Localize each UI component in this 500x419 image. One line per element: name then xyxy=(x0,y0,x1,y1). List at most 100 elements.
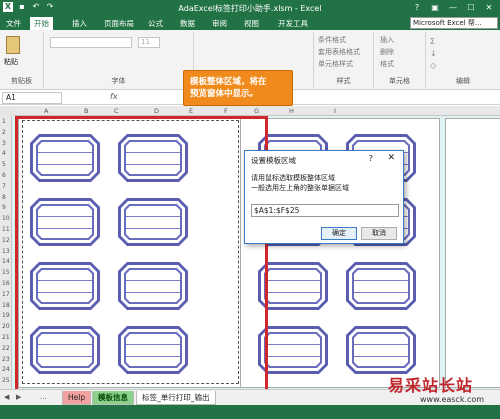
range-input[interactable]: $A$1:$F$25 xyxy=(251,204,399,217)
fx-icon[interactable]: fx xyxy=(110,92,118,101)
font-size-input[interactable]: 11 xyxy=(138,37,160,48)
label-template xyxy=(258,326,328,374)
format-as-table-button[interactable]: 套用表格格式 xyxy=(318,46,360,58)
column-header[interactable]: A xyxy=(44,106,48,116)
column-header[interactable]: E xyxy=(189,106,193,116)
row-header[interactable]: 2 xyxy=(2,129,6,136)
watermark-logo: 易采站长站 xyxy=(388,376,474,395)
row-header[interactable]: 14 xyxy=(2,258,10,265)
row-header[interactable]: 12 xyxy=(2,237,10,244)
row-header[interactable]: 4 xyxy=(2,150,6,157)
tab-page-layout[interactable]: 页面布局 xyxy=(100,17,138,30)
title-bar: X ▪ ↶ ↷ AdaExcel标签打印小助手.xlsm - Excel ? ▣… xyxy=(0,0,500,16)
tab-insert[interactable]: 插入 xyxy=(68,17,91,30)
column-header[interactable]: D xyxy=(154,106,159,116)
dialog-help-button[interactable]: ? xyxy=(369,154,373,163)
group-label-styles: 样式 xyxy=(336,77,351,85)
cells-list: 插入 删除 格式 xyxy=(380,34,394,70)
tab-data[interactable]: 数据 xyxy=(176,17,199,30)
row-header[interactable]: 10 xyxy=(2,215,10,222)
tab-home[interactable]: 开始 xyxy=(30,17,53,30)
row-header[interactable]: 5 xyxy=(2,161,6,168)
delete-button[interactable]: 删除 xyxy=(380,46,394,58)
page-3 xyxy=(445,118,500,388)
sheet-tab-output[interactable]: 标签_单行打印_输出 xyxy=(136,391,216,405)
help-icon[interactable]: ? xyxy=(408,1,426,14)
dialog-close-button[interactable]: ✕ xyxy=(387,153,395,163)
insert-button[interactable]: 插入 xyxy=(380,34,394,46)
cancel-button[interactable]: 取消 xyxy=(361,227,397,240)
column-header[interactable]: F xyxy=(224,106,228,116)
column-header[interactable]: H xyxy=(289,106,294,116)
tab-review[interactable]: 审阅 xyxy=(208,17,231,30)
row-header[interactable]: 25 xyxy=(2,377,10,384)
name-box[interactable]: A1 xyxy=(2,92,62,104)
row-header[interactable]: 24 xyxy=(2,366,10,373)
column-header[interactable]: B xyxy=(84,106,88,116)
row-header[interactable]: 7 xyxy=(2,183,6,190)
window-controls: ? ▣ — ☐ ✕ xyxy=(408,1,498,14)
group-label-cells: 单元格 xyxy=(389,77,410,85)
row-header[interactable]: 20 xyxy=(2,323,10,330)
row-header[interactable]: 17 xyxy=(2,291,10,298)
group-label-editing: 编辑 xyxy=(456,77,470,85)
row-header[interactable]: 13 xyxy=(2,248,10,255)
column-header[interactable]: G xyxy=(254,106,259,116)
row-header[interactable]: 9 xyxy=(2,204,6,211)
row-header[interactable]: 11 xyxy=(2,226,10,233)
row-header[interactable]: 16 xyxy=(2,280,10,287)
tab-formulas[interactable]: 公式 xyxy=(144,17,167,30)
clear-icon[interactable]: ◇ xyxy=(430,60,437,72)
set-template-region-dialog: 设置模板区域 ? ✕ 请用鼠标选取模板整体区域 一般选用左上角的整张单据区域 $… xyxy=(244,150,404,244)
row-header[interactable]: 21 xyxy=(2,334,10,341)
more-sheets-icon[interactable]: ... xyxy=(40,393,47,401)
paste-label[interactable]: 粘贴 xyxy=(4,57,18,67)
column-header[interactable]: C xyxy=(114,106,119,116)
label-template xyxy=(346,262,416,310)
ok-button[interactable]: 确定 xyxy=(321,227,357,240)
label-template xyxy=(346,326,416,374)
row-header[interactable]: 8 xyxy=(2,194,6,201)
sheet-tab-template-info[interactable]: 模板信息 xyxy=(92,391,134,405)
status-bar xyxy=(0,405,500,419)
font-name-input[interactable] xyxy=(50,37,132,48)
callout-line-1: 模板整体区域，将在 xyxy=(190,77,267,87)
row-header[interactable]: 3 xyxy=(2,140,6,147)
dialog-title: 设置模板区域 xyxy=(251,156,296,165)
cell-styles-button[interactable]: 单元格样式 xyxy=(318,58,360,70)
row-header[interactable]: 18 xyxy=(2,302,10,309)
tab-view[interactable]: 视图 xyxy=(240,17,263,30)
maximize-button[interactable]: ☐ xyxy=(462,1,480,14)
sheet-tab-help[interactable]: Help xyxy=(62,391,92,405)
fill-icon[interactable]: ↓ xyxy=(430,48,437,60)
next-sheet-icon[interactable]: ▶ xyxy=(16,393,21,401)
row-header[interactable]: 19 xyxy=(2,312,10,319)
group-editing: 编辑 xyxy=(426,32,500,88)
row-header[interactable]: 15 xyxy=(2,269,10,276)
dialog-message-1: 请用鼠标选取模板整体区域 xyxy=(251,174,335,182)
group-label-font: 字体 xyxy=(111,77,126,85)
tab-developer[interactable]: 开发工具 xyxy=(274,17,312,30)
row-headers: 1 2 3 4 5 6 7 8 9 10 11 12 13 14 15 16 17 18 19 20 21 22 23 24 2… xyxy=(0,116,12,389)
minimize-button[interactable]: — xyxy=(444,1,462,14)
template-region-highlight xyxy=(15,116,268,392)
sum-icon[interactable]: Σ xyxy=(430,36,437,48)
editing-icons: Σ ↓ ◇ xyxy=(430,36,437,72)
watermark-url: www.easck.com xyxy=(420,395,485,404)
paste-icon[interactable] xyxy=(6,36,20,54)
row-header[interactable]: 23 xyxy=(2,356,10,363)
prev-sheet-icon[interactable]: ◀ xyxy=(4,393,9,401)
tab-file[interactable]: 文件 xyxy=(2,17,25,30)
conditional-format-button[interactable]: 条件格式 xyxy=(318,34,360,46)
font-dropdown[interactable]: Microsoft Excel 帮... xyxy=(410,17,498,29)
dialog-message-2: 一般选用左上角的整张单据区域 xyxy=(251,184,349,192)
column-header[interactable]: I xyxy=(334,106,336,116)
worksheet[interactable]: A B C D E F G H I 1 2 3 4 5 6 7 8 9 10 11 12 13 14 15 1… xyxy=(0,106,500,392)
row-header[interactable]: 6 xyxy=(2,172,6,179)
select-all-corner[interactable] xyxy=(0,106,14,116)
row-header[interactable]: 22 xyxy=(2,345,10,352)
row-header[interactable]: 1 xyxy=(2,118,6,125)
ribbon-display-icon[interactable]: ▣ xyxy=(426,1,444,14)
close-button[interactable]: ✕ xyxy=(480,1,498,14)
format-button[interactable]: 格式 xyxy=(380,58,394,70)
